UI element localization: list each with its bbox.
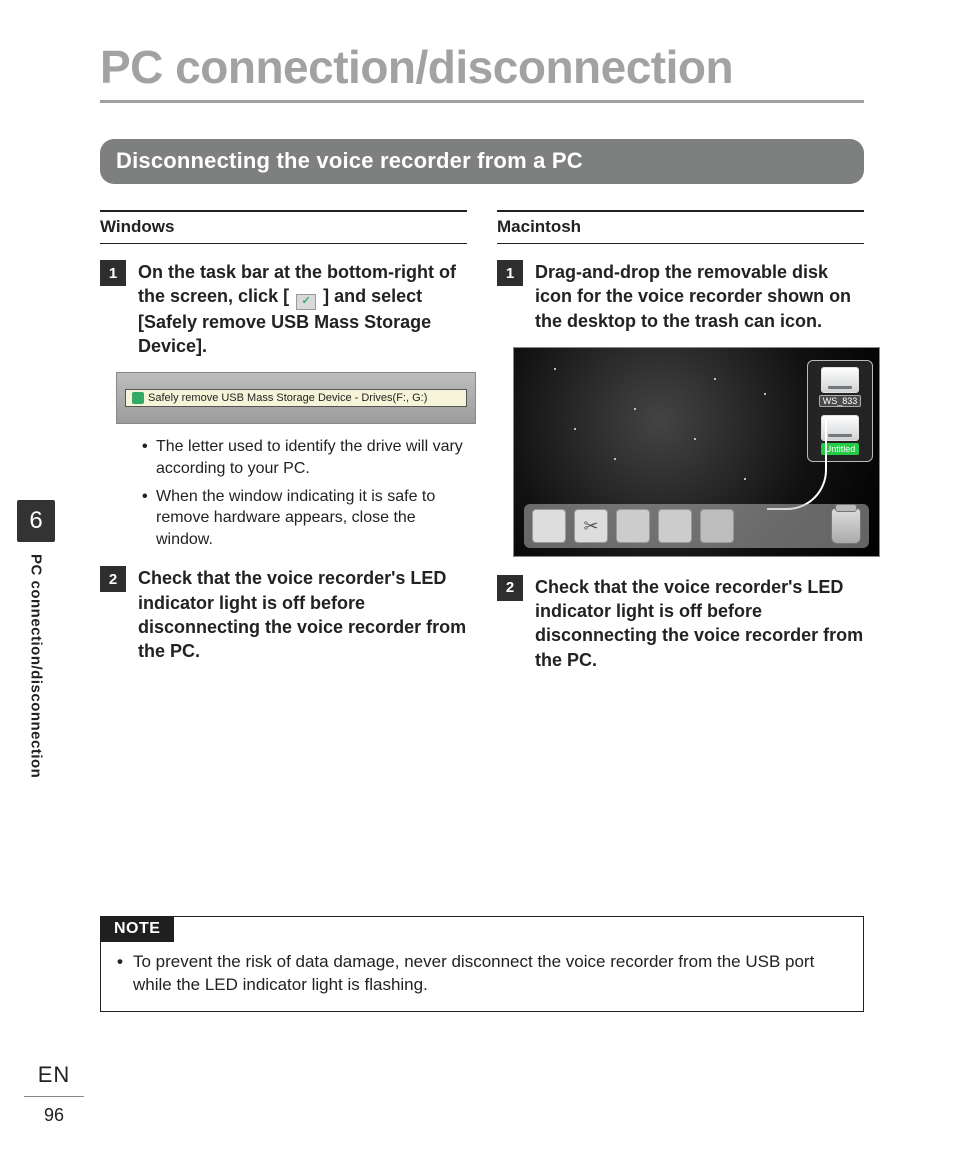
drive-icon	[821, 367, 859, 393]
step-number: 2	[100, 566, 126, 592]
dock-app-icon	[532, 509, 566, 543]
windows-step-2: 2 Check that the voice recorder's LED in…	[100, 566, 467, 663]
step-text: On the task bar at the bottom-right of t…	[138, 260, 467, 358]
dock-app-icon	[574, 509, 608, 543]
removable-drive: WS_833	[819, 367, 862, 407]
section-heading: Disconnecting the voice recorder from a …	[100, 139, 864, 184]
mac-step-2: 2 Check that the voice recorder's LED in…	[497, 575, 864, 672]
dock-app-icon	[700, 509, 734, 543]
title-rule	[100, 100, 864, 103]
drive-icon	[821, 415, 859, 441]
step-number: 1	[497, 260, 523, 286]
note-label: NOTE	[100, 916, 174, 942]
mac-heading: Macintosh	[497, 210, 864, 244]
usb-eject-icon	[132, 392, 144, 404]
dock-folder-icon	[658, 509, 692, 543]
drive-callout: WS_833 Untitled	[807, 360, 873, 462]
language-code: EN	[24, 1062, 84, 1088]
windows-screenshot: Safely remove USB Mass Storage Device - …	[116, 372, 476, 424]
safely-remove-tray-icon: ✓	[296, 294, 316, 310]
side-tab: 6 PC connection/disconnection	[16, 500, 56, 778]
windows-step-1: 1 On the task bar at the bottom-right of…	[100, 260, 467, 358]
option-name: Safely remove USB Mass Storage Device	[138, 312, 431, 356]
step-text: Drag-and-drop the removable disk icon fo…	[535, 260, 864, 333]
page-title: PC connection/disconnection	[100, 40, 864, 94]
step-number: 1	[100, 260, 126, 286]
chapter-number: 6	[17, 500, 55, 542]
footer-rule	[24, 1096, 84, 1097]
mac-step-1: 1 Drag-and-drop the removable disk icon …	[497, 260, 864, 333]
windows-column: Windows 1 On the task bar at the bottom-…	[100, 210, 467, 686]
step-number: 2	[497, 575, 523, 601]
list-item: When the window indicating it is safe to…	[142, 486, 467, 551]
page-footer: EN 96	[24, 1062, 84, 1126]
mac-column: Macintosh 1 Drag-and-drop the removable …	[497, 210, 864, 686]
step-text: Check that the voice recorder's LED indi…	[138, 566, 467, 663]
drive-label: WS_833	[819, 395, 862, 407]
dock-folder-icon	[616, 509, 650, 543]
removable-drive: Untitled	[821, 415, 860, 455]
tooltip-text: Safely remove USB Mass Storage Device - …	[148, 392, 427, 404]
manual-page: PC connection/disconnection Disconnectin…	[0, 0, 954, 1158]
step-text: Check that the voice recorder's LED indi…	[535, 575, 864, 672]
trash-icon	[831, 508, 861, 544]
page-number: 96	[24, 1105, 84, 1126]
note-box: NOTE To prevent the risk of data damage,…	[100, 916, 864, 1012]
note-item: To prevent the risk of data damage, neve…	[117, 951, 847, 997]
list-item: The letter used to identify the drive wi…	[142, 436, 467, 479]
mac-screenshot: WS_833 Untitled	[513, 347, 880, 557]
text: ].	[196, 336, 207, 356]
windows-heading: Windows	[100, 210, 467, 244]
mac-dock	[524, 504, 869, 548]
columns: Windows 1 On the task bar at the bottom-…	[100, 210, 864, 686]
drive-label: Untitled	[821, 443, 860, 455]
windows-tooltip: Safely remove USB Mass Storage Device - …	[125, 389, 467, 407]
windows-notes: The letter used to identify the drive wi…	[142, 436, 467, 550]
side-label: PC connection/disconnection	[28, 554, 45, 778]
